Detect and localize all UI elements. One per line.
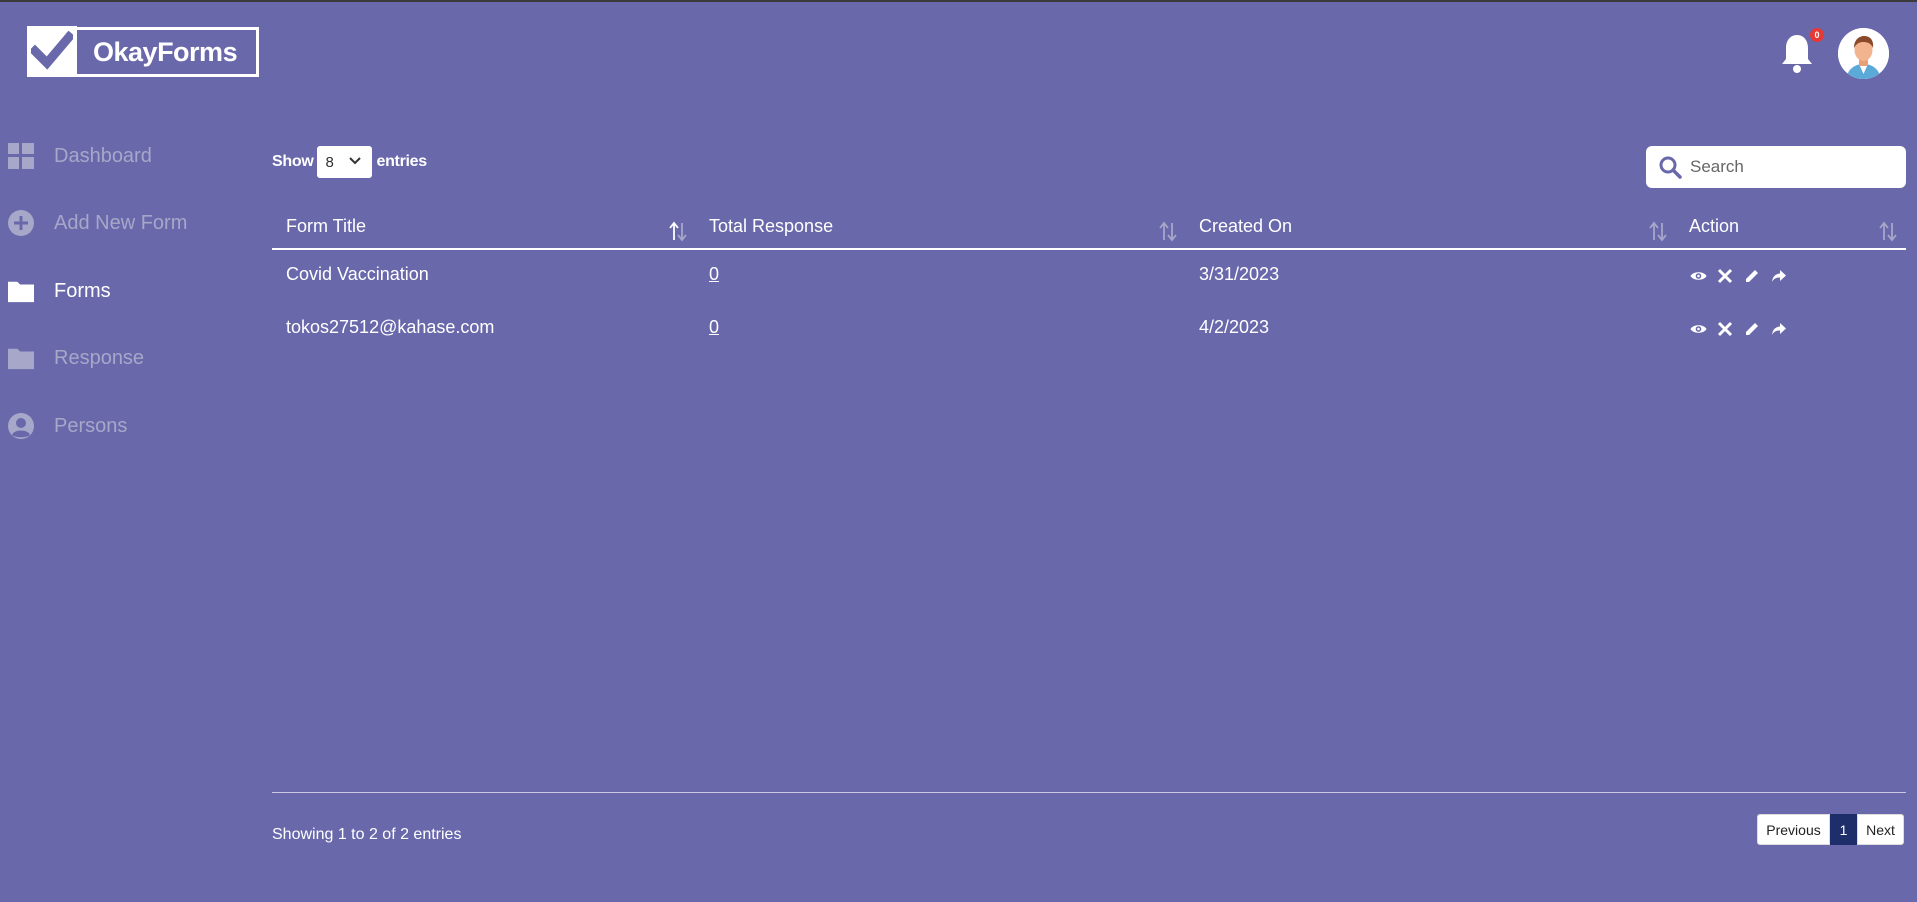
sidebar-item-label: Response [54, 346, 145, 369]
table-info: Showing 1 to 2 of 2 entries [272, 826, 462, 843]
sidebar-item-forms[interactable]: Forms [0, 271, 260, 311]
sidebar-item-response[interactable]: Response [0, 338, 260, 378]
show-label: Show [272, 153, 314, 170]
sidebar-item-persons[interactable]: Persons [0, 406, 260, 446]
notification-badge: 0 [1810, 28, 1824, 42]
table-row: Covid Vaccination 0 3/31/2023 [272, 250, 1906, 303]
row-actions [1689, 320, 1788, 338]
sidebar-item-label: Persons [54, 414, 128, 437]
sort-icon[interactable] [1648, 220, 1668, 242]
table-row: tokos27512@kahase.com 0 4/2/2023 [272, 303, 1906, 356]
form-title-cell: tokos27512@kahase.com [286, 317, 495, 337]
share-icon[interactable] [1770, 320, 1788, 338]
page-button-current[interactable]: 1 [1830, 814, 1857, 845]
total-response-cell: 0 [709, 264, 719, 285]
response-count-link[interactable]: 0 [709, 264, 719, 284]
view-icon[interactable] [1689, 267, 1707, 285]
column-header-created-on[interactable]: Created On [1199, 216, 1292, 237]
response-count-link[interactable]: 0 [709, 317, 719, 337]
created-on-cell: 4/2/2023 [1199, 317, 1270, 337]
sort-icon[interactable] [1158, 220, 1178, 242]
sidebar-item-label: Dashboard [54, 144, 152, 167]
sidebar-item-label: Forms [54, 279, 111, 302]
table-footer-divider [272, 792, 1906, 793]
sort-icon[interactable] [1878, 220, 1898, 242]
entries-select[interactable]: 8 [317, 146, 373, 178]
search-input[interactable] [1690, 157, 1890, 177]
sort-icon[interactable] [668, 220, 688, 242]
share-icon[interactable] [1770, 267, 1788, 285]
column-header-total-response[interactable]: Total Response [709, 216, 833, 237]
search-box [1646, 146, 1906, 188]
table-header: Form Title Total Response Created On Act… [272, 210, 1906, 250]
sidebar-item-add-new-form[interactable]: Add New Form [0, 203, 260, 243]
edit-icon[interactable] [1743, 267, 1761, 285]
edit-icon[interactable] [1743, 320, 1761, 338]
logo-text: OkayForms [93, 36, 238, 67]
entries-select-value: 8 [325, 153, 334, 171]
sidebar-item-dashboard[interactable]: Dashboard [0, 136, 260, 176]
view-icon[interactable] [1689, 320, 1707, 338]
plus-circle-icon [8, 210, 34, 236]
user-avatar[interactable] [1838, 28, 1889, 79]
delete-icon[interactable] [1716, 267, 1734, 285]
top-border [0, 0, 1917, 2]
row-actions [1689, 267, 1788, 285]
search-icon [1658, 155, 1682, 179]
app-logo[interactable]: OkayForms [27, 25, 259, 77]
notification-bell-icon[interactable] [1779, 32, 1815, 74]
person-icon [8, 413, 34, 439]
logo-check-icon [27, 25, 77, 76]
column-header-form-title[interactable]: Form Title [286, 216, 366, 237]
entries-label: entries [376, 153, 427, 170]
dashboard-icon [8, 143, 34, 169]
column-header-action[interactable]: Action [1689, 216, 1739, 237]
total-response-cell: 0 [709, 317, 719, 338]
folder-icon [8, 345, 34, 371]
pagination: Previous 1 Next [1757, 814, 1904, 845]
created-on-cell: 3/31/2023 [1199, 264, 1280, 284]
chevron-down-icon [348, 154, 362, 172]
folder-icon [8, 278, 34, 304]
sidebar-item-label: Add New Form [54, 211, 188, 234]
forms-table: Form Title Total Response Created On Act… [272, 210, 1906, 356]
delete-icon[interactable] [1716, 320, 1734, 338]
form-title-cell: Covid Vaccination [286, 264, 429, 284]
previous-button[interactable]: Previous [1757, 814, 1830, 845]
show-entries-control: Show 8 entries [272, 146, 427, 178]
next-button[interactable]: Next [1857, 814, 1904, 845]
